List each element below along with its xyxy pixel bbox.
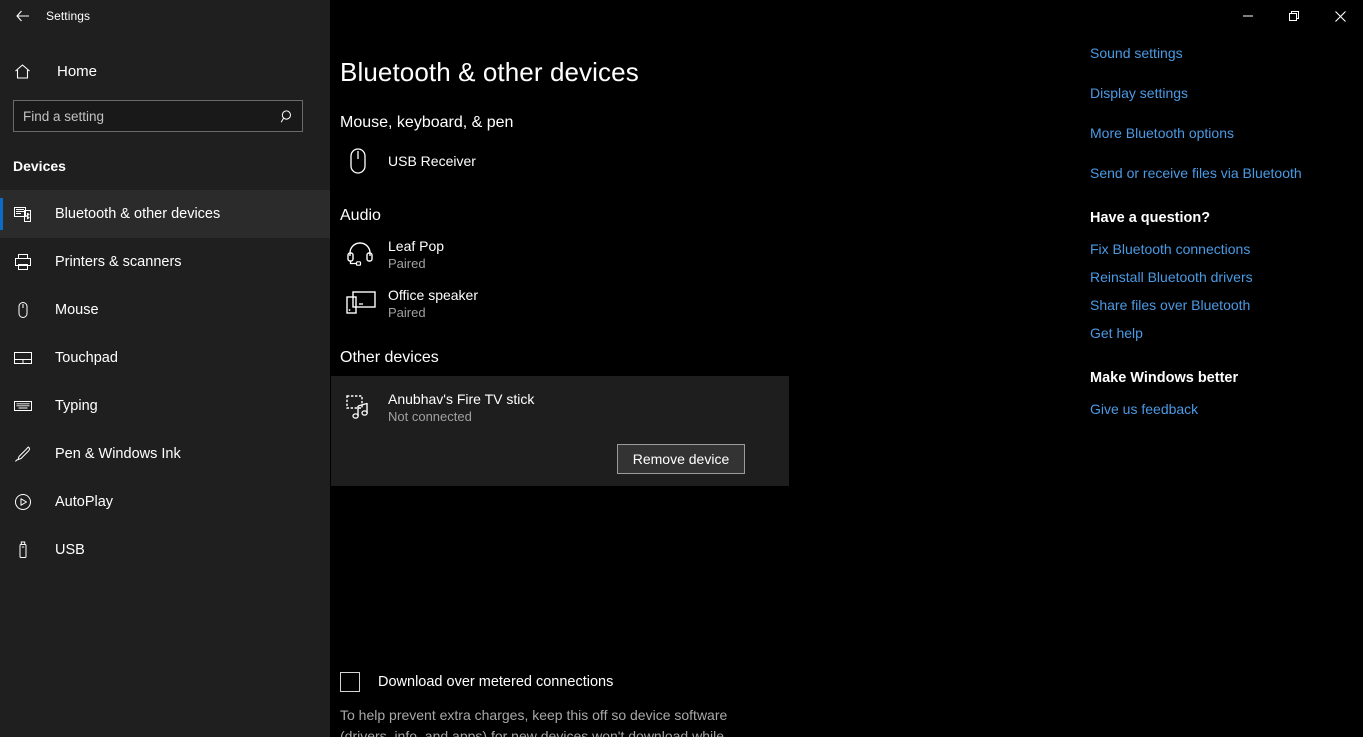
sidebar-item-label: AutoPlay [55,494,114,510]
rail-link-send-receive-files[interactable]: Send or receive files via Bluetooth [1090,163,1302,183]
title-bar: Settings [0,0,1363,32]
autoplay-icon [13,492,41,512]
sidebar-home-label: Home [57,62,98,80]
device-row-usb-receiver[interactable]: USB Receiver [340,141,1090,181]
remove-device-button[interactable]: Remove device [617,444,745,474]
section-title-audio: Audio [340,207,381,224]
sidebar-item-label: Pen & Windows Ink [55,446,181,462]
bluetooth-devices-icon [13,204,41,224]
sidebar: Home Devices [0,32,330,737]
minimize-icon [1242,10,1254,22]
back-arrow-icon [15,8,31,24]
rail-heading-make-windows-better: Make Windows better [1090,370,1239,386]
back-button[interactable] [0,0,46,32]
right-rail: Devices and printers Sound settings Disp… [1090,32,1363,737]
rail-link-give-us-feedback[interactable]: Give us feedback [1090,399,1198,419]
metered-checkbox-row[interactable]: Download over metered connections [340,672,860,692]
device-name: Anubhav's Fire TV stick [388,390,535,407]
metered-connections-block: Download over metered connections To hel… [340,672,860,737]
maximize-button[interactable] [1271,0,1317,32]
device-text: Leaf Pop Paired [388,237,444,272]
multi-device-icon [340,289,388,317]
sidebar-category-label: Devices [13,158,66,174]
search-box[interactable] [13,100,303,132]
keyboard-icon [13,396,41,416]
device-text: USB Receiver [388,152,476,170]
close-icon [1334,10,1347,23]
sidebar-item-label: Printers & scanners [55,254,182,270]
sidebar-item-home[interactable]: Home [0,51,330,91]
mouse-device-icon [340,146,388,176]
restore-icon [1288,10,1300,22]
home-icon [13,62,43,81]
device-text: Anubhav's Fire TV stick Not connected [388,390,534,425]
sidebar-nav-list: Bluetooth & other devices Printers & sca… [0,190,330,574]
search-input[interactable] [14,101,272,131]
device-name: Office speaker [388,286,479,303]
rail-inner: Devices and printers Sound settings Disp… [1090,32,1363,419]
metered-checkbox-label: Download over metered connections [378,674,614,690]
title-bar-left: Settings [0,0,330,32]
settings-window: Settings Home Find a setting Devices Blu… [0,0,1363,737]
rail-link-reinstall-bluetooth-drivers[interactable]: Reinstall Bluetooth drivers [1090,267,1253,287]
touchpad-icon [13,348,41,368]
device-row-leaf-pop[interactable]: Leaf Pop Paired [340,234,1090,274]
device-status: Paired [388,255,426,271]
sidebar-item-usb[interactable]: USB [0,526,330,574]
rail-link-sound-settings[interactable]: Sound settings [1090,43,1183,63]
section-title-other-devices: Other devices [340,349,439,366]
device-card-fire-tv-stick[interactable]: Anubhav's Fire TV stick Not connected Re… [331,376,789,486]
pen-icon [13,444,41,464]
device-name: USB Receiver [388,153,476,169]
media-device-icon [340,393,388,421]
mouse-icon [13,300,41,320]
card-actions: Remove device [331,427,789,474]
sidebar-item-label: Mouse [55,302,99,318]
sidebar-item-printers-scanners[interactable]: Printers & scanners [0,238,330,286]
sidebar-item-label: Bluetooth & other devices [55,206,221,222]
rail-link-fix-bluetooth-connections[interactable]: Fix Bluetooth connections [1090,239,1250,259]
sidebar-item-mouse[interactable]: Mouse [0,286,330,334]
device-row-office-speaker[interactable]: Office speaker Paired [340,283,1090,323]
rail-link-get-help[interactable]: Get help [1090,323,1143,343]
close-button[interactable] [1317,0,1363,32]
metered-description: To help prevent extra charges, keep this… [340,707,728,737]
sidebar-item-label: USB [55,542,85,558]
device-text: Office speaker Paired [388,286,478,321]
device-status: Not connected [388,408,472,424]
sidebar-item-touchpad[interactable]: Touchpad [0,334,330,382]
usb-icon [13,540,41,560]
window-controls [330,0,1363,32]
printer-icon [13,252,41,272]
device-status: Paired [388,304,426,320]
headset-icon [340,239,388,269]
device-name: Leaf Pop [388,237,445,254]
main-content: Bluetooth & other devices Mouse, keyboar… [330,32,1090,737]
sidebar-item-label: Typing [55,398,98,414]
metered-checkbox[interactable] [340,672,360,692]
sidebar-item-label: Touchpad [55,350,118,366]
sidebar-item-autoplay[interactable]: AutoPlay [0,478,330,526]
section-title-mouse-keyboard-pen: Mouse, keyboard, & pen [340,114,514,131]
rail-link-share-files-over-bluetooth[interactable]: Share files over Bluetooth [1090,295,1250,315]
sidebar-item-bluetooth-other-devices[interactable]: Bluetooth & other devices [0,190,330,238]
rail-link-more-bluetooth-options[interactable]: More Bluetooth options [1090,123,1234,143]
sidebar-item-typing[interactable]: Typing [0,382,330,430]
minimize-button[interactable] [1225,0,1271,32]
page-title: Bluetooth & other devices [340,57,639,87]
search-icon[interactable] [272,101,302,131]
rail-heading-have-a-question: Have a question? [1090,210,1211,226]
app-title: Settings [46,9,91,23]
sidebar-item-pen-windows-ink[interactable]: Pen & Windows Ink [0,430,330,478]
device-row-fire-tv-stick[interactable]: Anubhav's Fire TV stick Not connected [340,387,789,427]
rail-link-display-settings[interactable]: Display settings [1090,83,1188,103]
